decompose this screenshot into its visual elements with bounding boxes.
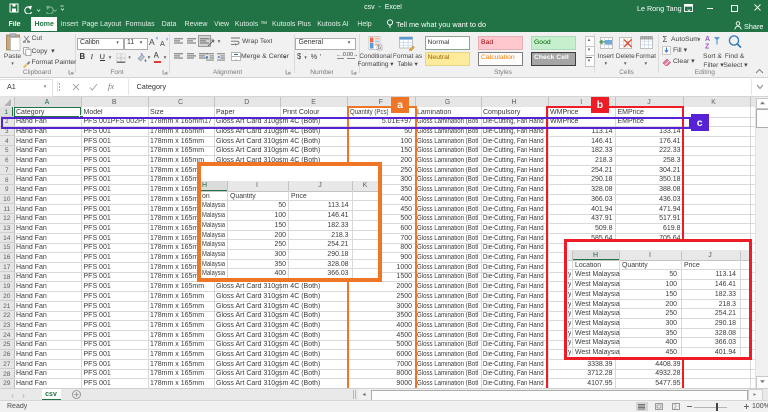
svg-text:Z: Z — [705, 44, 710, 50]
svg-text:A: A — [705, 36, 710, 43]
